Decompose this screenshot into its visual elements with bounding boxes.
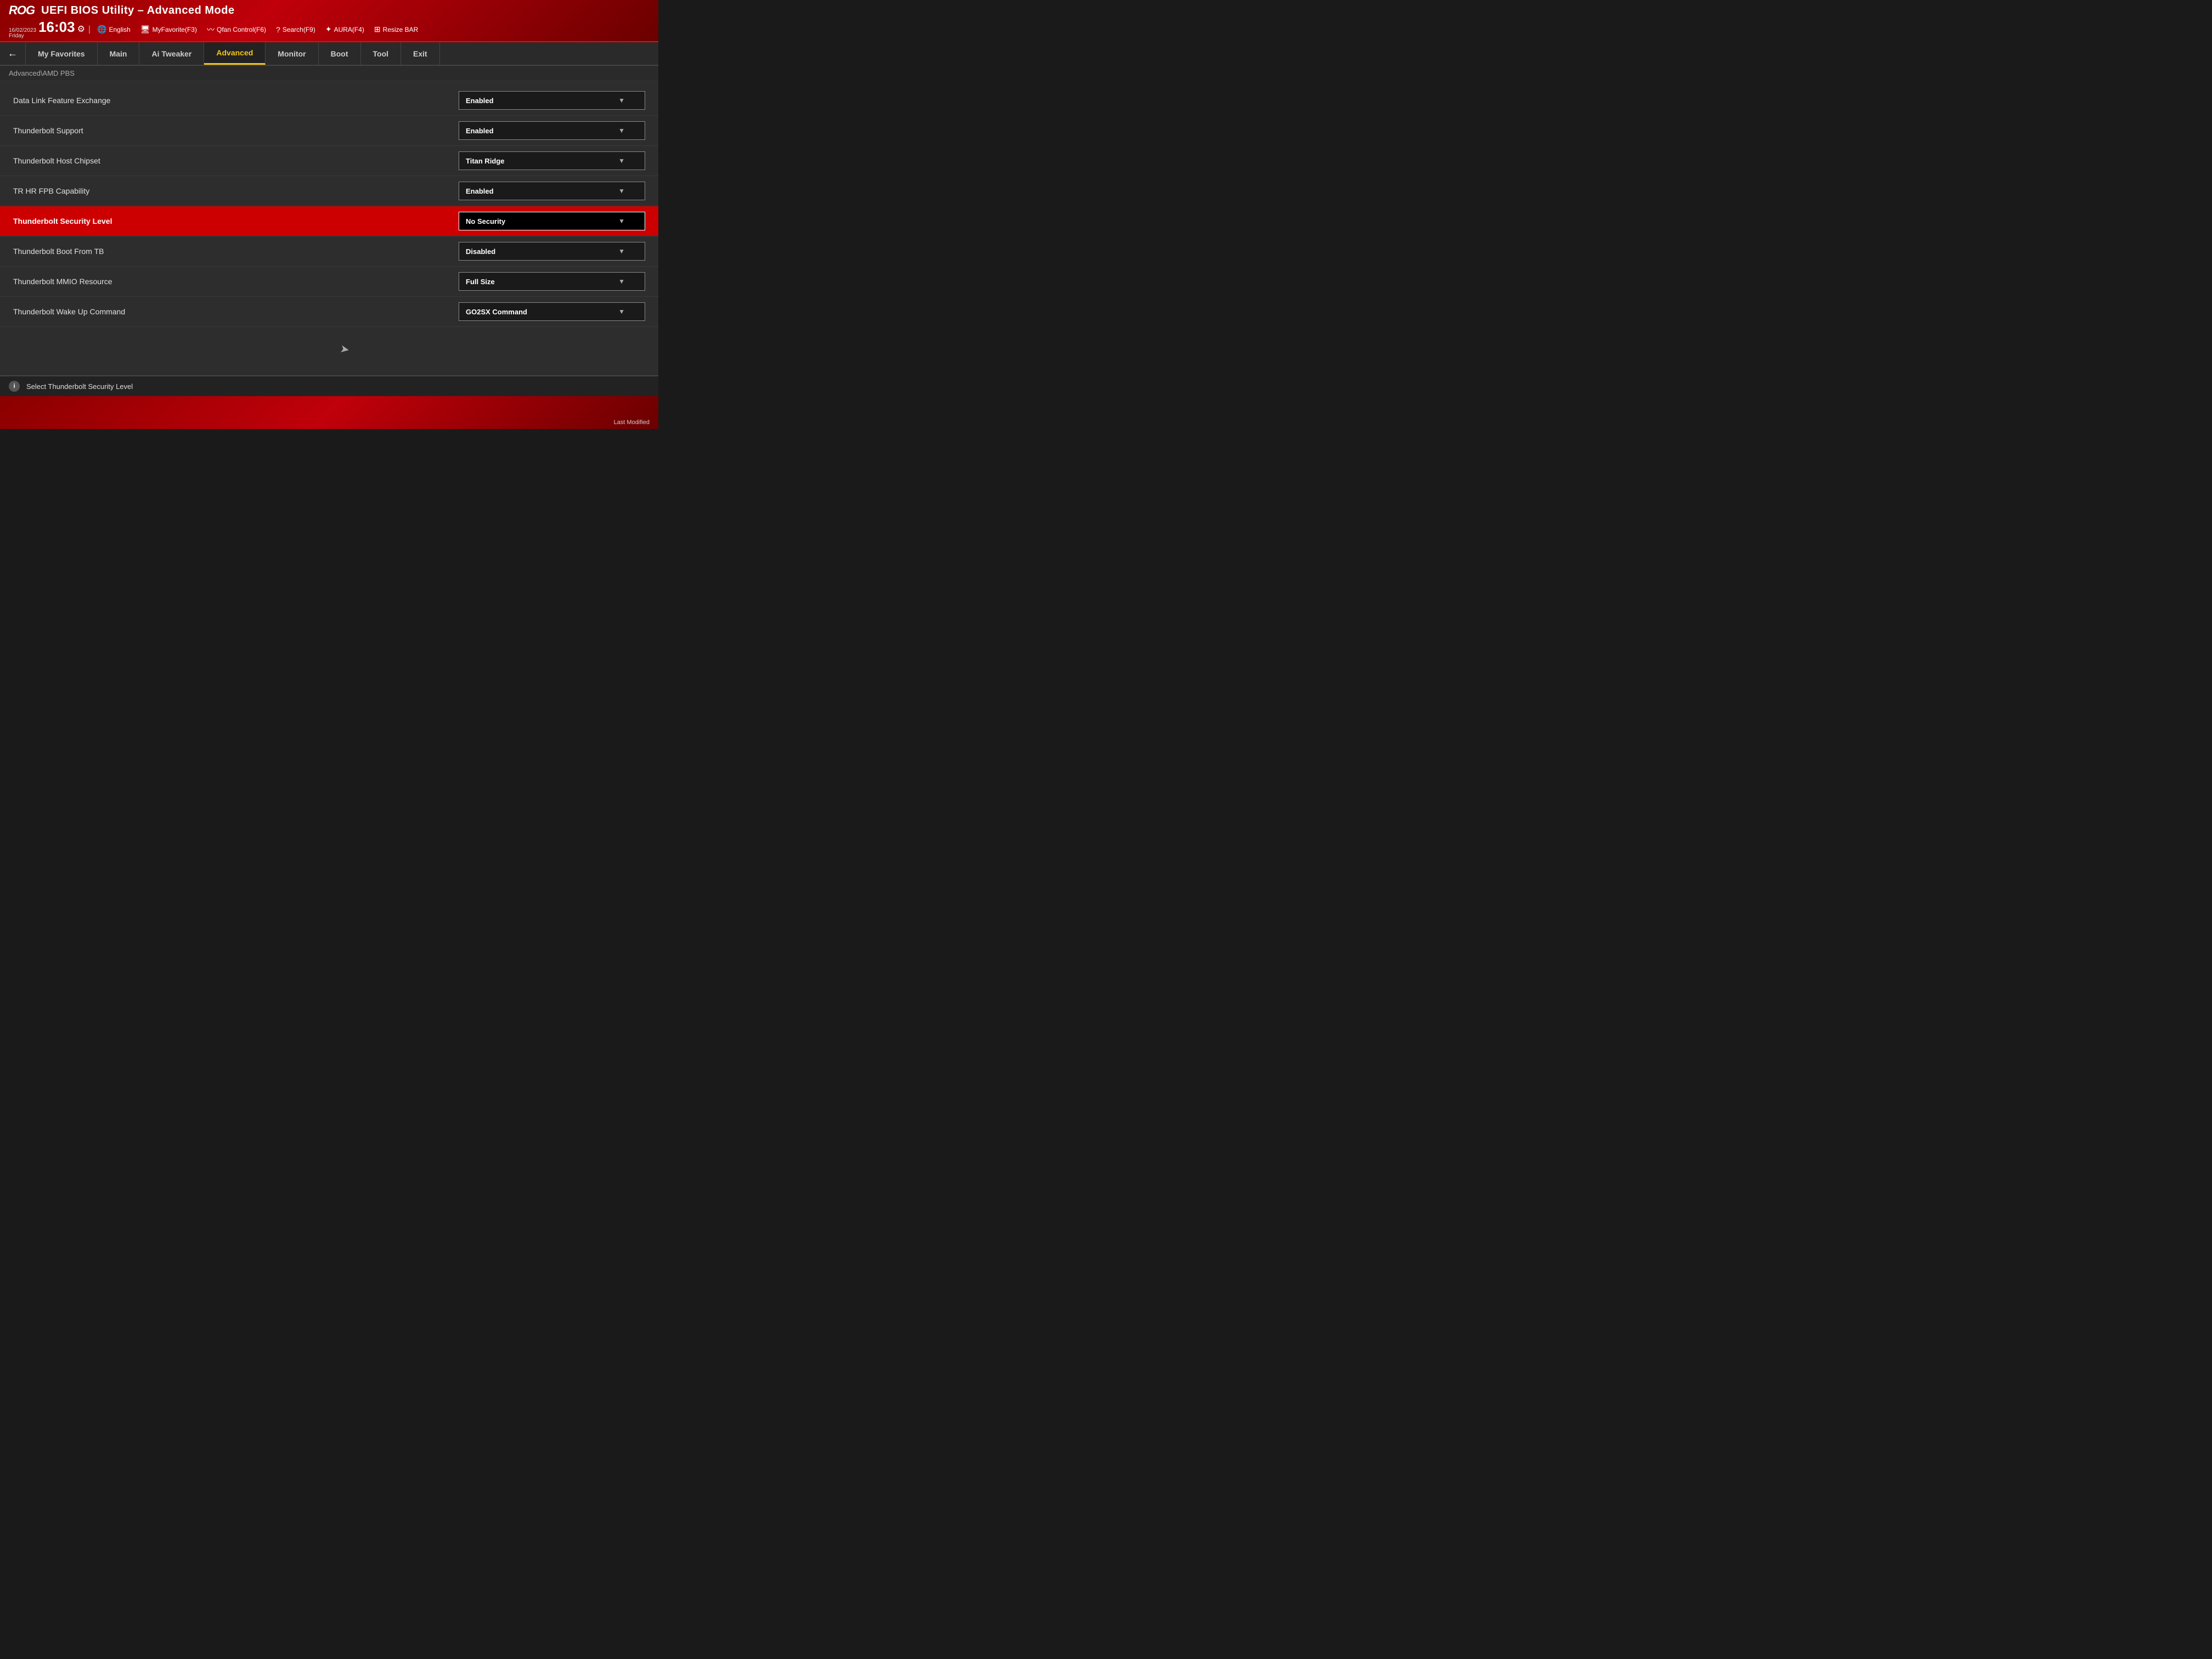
settings-icon[interactable]: ⚙ bbox=[77, 24, 85, 35]
language-button[interactable]: 🌐 English bbox=[94, 24, 134, 35]
info-icon: i bbox=[9, 381, 20, 392]
tab-monitor[interactable]: Monitor bbox=[266, 42, 318, 65]
dropdown-value-data-link: Enabled bbox=[466, 97, 494, 105]
last-modified-label: Last Modified bbox=[614, 419, 650, 426]
dropdown-tb-boot[interactable]: Disabled ▼ bbox=[459, 242, 645, 261]
setting-label-tb-host-chipset: Thunderbolt Host Chipset bbox=[13, 156, 100, 165]
mouse-cursor: ➤ bbox=[339, 342, 351, 357]
dropdown-tb-host-chipset[interactable]: Titan Ridge ▼ bbox=[459, 151, 645, 170]
dropdown-tr-hr-fpb[interactable]: Enabled ▼ bbox=[459, 182, 645, 200]
tab-ai-tweaker[interactable]: Ai Tweaker bbox=[139, 42, 204, 65]
bios-time: 16:03 bbox=[38, 20, 75, 34]
rog-logo: ROG bbox=[9, 3, 35, 18]
dropdown-box-tb-host-chipset[interactable]: Titan Ridge ▼ bbox=[459, 151, 645, 170]
qfan-label: Qfan Control(F6) bbox=[217, 26, 266, 33]
dropdown-value-tb-boot: Disabled bbox=[466, 247, 495, 256]
tab-tool[interactable]: Tool bbox=[361, 42, 402, 65]
setting-row-tb-host-chipset[interactable]: Thunderbolt Host Chipset Titan Ridge ▼ bbox=[0, 146, 658, 176]
aura-label: AURA(F4) bbox=[334, 26, 364, 33]
dropdown-box-tb-boot[interactable]: Disabled ▼ bbox=[459, 242, 645, 261]
aura-button[interactable]: ✦ AURA(F4) bbox=[322, 24, 368, 35]
dropdown-tb-security-level[interactable]: No Security ▼ bbox=[459, 212, 645, 230]
status-message: Select Thunderbolt Security Level bbox=[26, 382, 133, 391]
breadcrumb: Advanced\AMD PBS bbox=[0, 66, 658, 81]
dropdown-tb-support[interactable]: Enabled ▼ bbox=[459, 121, 645, 140]
setting-row-tr-hr-fpb[interactable]: TR HR FPB Capability Enabled ▼ bbox=[0, 176, 658, 206]
header-divider: | bbox=[88, 25, 91, 35]
resizebar-button[interactable]: ⊞ Resize BAR bbox=[371, 24, 421, 35]
settings-panel: Data Link Feature Exchange Enabled ▼ Thu… bbox=[0, 81, 658, 375]
dropdown-arrow-tb-mmio: ▼ bbox=[618, 278, 625, 285]
dropdown-value-tb-wakeup: GO2SX Command bbox=[466, 308, 527, 316]
dropdown-arrow-tb-host-chipset: ▼ bbox=[618, 157, 625, 165]
status-bar: i Select Thunderbolt Security Level bbox=[0, 375, 658, 396]
fan-icon: 〰 bbox=[207, 24, 215, 35]
myfavorite-button[interactable]: 🖥 MyFavorite(F3) bbox=[137, 24, 200, 35]
search-label: Search(F9) bbox=[283, 26, 315, 33]
setting-row-tb-security-level[interactable]: Thunderbolt Security Level No Security ▼ bbox=[0, 206, 658, 236]
search-button[interactable]: ? Search(F9) bbox=[273, 24, 319, 35]
qfan-button[interactable]: 〰 Qfan Control(F6) bbox=[204, 23, 269, 36]
datetime-display: 16/02/2023 Friday 16:03 ⚙ bbox=[9, 20, 85, 39]
tab-exit[interactable]: Exit bbox=[401, 42, 440, 65]
setting-row-tb-mmio[interactable]: Thunderbolt MMIO Resource Full Size ▼ bbox=[0, 267, 658, 297]
dropdown-data-link[interactable]: Enabled ▼ bbox=[459, 91, 645, 110]
bios-header: ROG UEFI BIOS Utility – Advanced Mode 16… bbox=[0, 0, 658, 42]
dropdown-box-tb-support[interactable]: Enabled ▼ bbox=[459, 121, 645, 140]
bios-day: Friday bbox=[9, 33, 36, 39]
dropdown-tb-wakeup[interactable]: GO2SX Command ▼ bbox=[459, 302, 645, 321]
dropdown-box-tb-mmio[interactable]: Full Size ▼ bbox=[459, 272, 645, 291]
dropdown-box-data-link[interactable]: Enabled ▼ bbox=[459, 91, 645, 110]
bottom-decoration: Last Modified bbox=[0, 396, 658, 429]
dropdown-box-tb-wakeup[interactable]: GO2SX Command ▼ bbox=[459, 302, 645, 321]
dropdown-arrow-tb-support: ▼ bbox=[618, 127, 625, 134]
dropdown-box-tr-hr-fpb[interactable]: Enabled ▼ bbox=[459, 182, 645, 200]
dropdown-value-tb-support: Enabled bbox=[466, 127, 494, 135]
dropdown-arrow-tb-security-level: ▼ bbox=[618, 217, 625, 225]
dropdown-box-tb-security-level[interactable]: No Security ▼ bbox=[459, 212, 645, 230]
setting-label-tr-hr-fpb: TR HR FPB Capability bbox=[13, 187, 89, 195]
setting-label-tb-mmio: Thunderbolt MMIO Resource bbox=[13, 277, 112, 286]
tab-boot[interactable]: Boot bbox=[319, 42, 361, 65]
dropdown-value-tb-host-chipset: Titan Ridge bbox=[466, 157, 505, 165]
setting-label-tb-wakeup: Thunderbolt Wake Up Command bbox=[13, 307, 125, 316]
setting-label-tb-support: Thunderbolt Support bbox=[13, 126, 83, 135]
setting-row-data-link[interactable]: Data Link Feature Exchange Enabled ▼ bbox=[0, 86, 658, 116]
monitor-icon: 🖥 bbox=[140, 25, 150, 34]
resizebar-icon: ⊞ bbox=[374, 25, 381, 34]
dropdown-arrow-data-link: ▼ bbox=[618, 97, 625, 104]
setting-label-data-link: Data Link Feature Exchange bbox=[13, 96, 110, 105]
tab-advanced[interactable]: Advanced bbox=[204, 42, 266, 65]
globe-icon: 🌐 bbox=[97, 25, 106, 34]
tab-main[interactable]: Main bbox=[98, 42, 140, 65]
setting-row-tb-support[interactable]: Thunderbolt Support Enabled ▼ bbox=[0, 116, 658, 146]
dropdown-value-tb-mmio: Full Size bbox=[466, 278, 495, 286]
dropdown-value-tr-hr-fpb: Enabled bbox=[466, 187, 494, 195]
language-label: English bbox=[109, 26, 131, 33]
dropdown-tb-mmio[interactable]: Full Size ▼ bbox=[459, 272, 645, 291]
setting-row-tb-wakeup[interactable]: Thunderbolt Wake Up Command GO2SX Comman… bbox=[0, 297, 658, 327]
setting-label-tb-security-level: Thunderbolt Security Level bbox=[13, 217, 112, 225]
tab-my-favorites[interactable]: My Favorites bbox=[26, 42, 98, 65]
question-icon: ? bbox=[276, 25, 280, 34]
nav-tabs: ← My Favorites Main Ai Tweaker Advanced … bbox=[0, 42, 658, 66]
aura-icon: ✦ bbox=[325, 25, 332, 34]
bios-title: UEFI BIOS Utility – Advanced Mode bbox=[41, 4, 234, 17]
settings-list: Data Link Feature Exchange Enabled ▼ Thu… bbox=[0, 81, 658, 331]
dropdown-value-tb-security-level: No Security bbox=[466, 217, 505, 225]
dropdown-arrow-tb-boot: ▼ bbox=[618, 247, 625, 255]
breadcrumb-path: Advanced\AMD PBS bbox=[9, 69, 75, 77]
setting-row-tb-boot[interactable]: Thunderbolt Boot From TB Disabled ▼ bbox=[0, 236, 658, 267]
dropdown-arrow-tb-wakeup: ▼ bbox=[618, 308, 625, 315]
resizebar-label: Resize BAR bbox=[383, 26, 419, 33]
dropdown-arrow-tr-hr-fpb: ▼ bbox=[618, 187, 625, 195]
myfavorite-label: MyFavorite(F3) bbox=[153, 26, 197, 33]
setting-label-tb-boot: Thunderbolt Boot From TB bbox=[13, 247, 104, 256]
back-button[interactable]: ← bbox=[0, 42, 26, 65]
